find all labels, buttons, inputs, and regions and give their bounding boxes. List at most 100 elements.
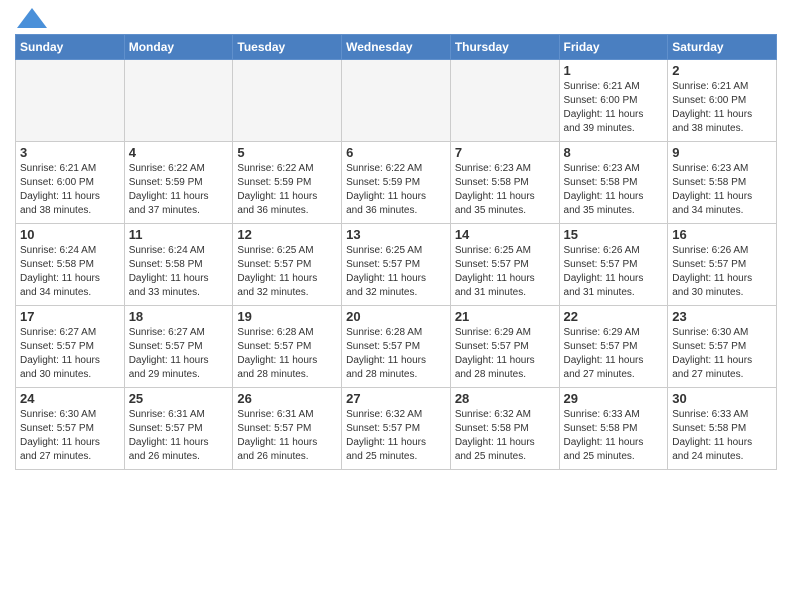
day-info: Sunrise: 6:24 AM Sunset: 5:58 PM Dayligh…	[129, 244, 229, 300]
day-info: Sunrise: 6:26 AM Sunset: 5:57 PM Dayligh…	[564, 244, 664, 300]
calendar-cell: 22Sunrise: 6:29 AM Sunset: 5:57 PM Dayli…	[559, 306, 668, 388]
calendar-cell: 3 Sunrise: 6:21 AM Sunset: 6:00 PM Daylig…	[16, 142, 125, 224]
day-number: 16	[672, 227, 772, 242]
day-number: 27	[346, 391, 446, 406]
day-number: 1	[564, 63, 664, 78]
day-info: Sunrise: 6:28 AM Sunset: 5:57 PM Dayligh…	[346, 326, 446, 382]
day-number: 23	[672, 309, 772, 324]
day-number: 29	[564, 391, 664, 406]
day-info: Sunrise: 6:26 AM Sunset: 5:57 PM Dayligh…	[672, 244, 772, 300]
day-number: 2	[672, 63, 772, 78]
day-info: Sunrise: 6:24 AM Sunset: 5:58 PM Dayligh…	[20, 244, 120, 300]
calendar-cell: 7 Sunrise: 6:23 AM Sunset: 5:58 PM Daylig…	[450, 142, 559, 224]
calendar-week-row: 3 Sunrise: 6:21 AM Sunset: 6:00 PM Daylig…	[16, 142, 777, 224]
day-info: Sunrise: 6:31 AM Sunset: 5:57 PM Dayligh…	[237, 408, 337, 464]
calendar-cell: 23 Sunrise: 6:30 AM Sunset: 5:57 PM Dayli…	[668, 306, 777, 388]
calendar-cell: 19Sunrise: 6:28 AM Sunset: 5:57 PM Dayli…	[233, 306, 342, 388]
calendar-cell: 12Sunrise: 6:25 AM Sunset: 5:57 PM Dayli…	[233, 224, 342, 306]
day-info: Sunrise: 6:29 AM Sunset: 5:57 PM Dayligh…	[455, 326, 555, 382]
day-number: 18	[129, 309, 229, 324]
day-number: 26	[237, 391, 337, 406]
weekday-header: Tuesday	[233, 35, 342, 60]
day-number: 15	[564, 227, 664, 242]
calendar-cell: 1 Sunrise: 6:21 AM Sunset: 6:00 PM Daylig…	[559, 60, 668, 142]
day-number: 25	[129, 391, 229, 406]
day-info: Sunrise: 6:30 AM Sunset: 5:57 PM Dayligh…	[20, 408, 120, 464]
day-number: 21	[455, 309, 555, 324]
day-number: 3	[20, 145, 120, 160]
weekday-header: Sunday	[16, 35, 125, 60]
calendar-cell: 20 Sunrise: 6:28 AM Sunset: 5:57 PM Dayli…	[342, 306, 451, 388]
calendar-cell: 21 Sunrise: 6:29 AM Sunset: 5:57 PM Dayli…	[450, 306, 559, 388]
day-info: Sunrise: 6:33 AM Sunset: 5:58 PM Dayligh…	[564, 408, 664, 464]
day-number: 7	[455, 145, 555, 160]
day-info: Sunrise: 6:23 AM Sunset: 5:58 PM Dayligh…	[672, 162, 772, 218]
calendar-cell: 6 Sunrise: 6:22 AM Sunset: 5:59 PM Daylig…	[342, 142, 451, 224]
logo-icon	[17, 8, 47, 28]
calendar-week-row: 1 Sunrise: 6:21 AM Sunset: 6:00 PM Daylig…	[16, 60, 777, 142]
calendar-cell: 30 Sunrise: 6:33 AM Sunset: 5:58 PM Dayli…	[668, 388, 777, 470]
day-number: 4	[129, 145, 229, 160]
calendar-cell: 16 Sunrise: 6:26 AM Sunset: 5:57 PM Dayli…	[668, 224, 777, 306]
day-number: 5	[237, 145, 337, 160]
calendar-cell: 14 Sunrise: 6:25 AM Sunset: 5:57 PM Dayli…	[450, 224, 559, 306]
day-number: 20	[346, 309, 446, 324]
day-info: Sunrise: 6:25 AM Sunset: 5:57 PM Dayligh…	[237, 244, 337, 300]
day-number: 14	[455, 227, 555, 242]
calendar-cell: 4 Sunrise: 6:22 AM Sunset: 5:59 PM Daylig…	[124, 142, 233, 224]
calendar-cell: 10Sunrise: 6:24 AM Sunset: 5:58 PM Dayli…	[16, 224, 125, 306]
day-info: Sunrise: 6:23 AM Sunset: 5:58 PM Dayligh…	[564, 162, 664, 218]
day-number: 9	[672, 145, 772, 160]
calendar-cell: 24Sunrise: 6:30 AM Sunset: 5:57 PM Dayli…	[16, 388, 125, 470]
calendar-header-row: SundayMondayTuesdayWednesdayThursdayFrid…	[16, 35, 777, 60]
day-info: Sunrise: 6:30 AM Sunset: 5:57 PM Dayligh…	[672, 326, 772, 382]
calendar-cell: 26 Sunrise: 6:31 AM Sunset: 5:57 PM Dayli…	[233, 388, 342, 470]
day-number: 28	[455, 391, 555, 406]
day-info: Sunrise: 6:22 AM Sunset: 5:59 PM Dayligh…	[129, 162, 229, 218]
calendar: SundayMondayTuesdayWednesdayThursdayFrid…	[15, 34, 777, 470]
weekday-header: Friday	[559, 35, 668, 60]
day-number: 8	[564, 145, 664, 160]
day-info: Sunrise: 6:23 AM Sunset: 5:58 PM Dayligh…	[455, 162, 555, 218]
calendar-cell: 29 Sunrise: 6:33 AM Sunset: 5:58 PM Dayli…	[559, 388, 668, 470]
calendar-cell: 25 Sunrise: 6:31 AM Sunset: 5:57 PM Dayli…	[124, 388, 233, 470]
weekday-header: Monday	[124, 35, 233, 60]
calendar-week-row: 24Sunrise: 6:30 AM Sunset: 5:57 PM Dayli…	[16, 388, 777, 470]
page: SundayMondayTuesdayWednesdayThursdayFrid…	[0, 0, 792, 485]
header	[15, 10, 777, 28]
day-info: Sunrise: 6:21 AM Sunset: 6:00 PM Dayligh…	[564, 80, 664, 136]
calendar-cell: 5Sunrise: 6:22 AM Sunset: 5:59 PM Daylig…	[233, 142, 342, 224]
day-info: Sunrise: 6:31 AM Sunset: 5:57 PM Dayligh…	[129, 408, 229, 464]
calendar-cell: 15 Sunrise: 6:26 AM Sunset: 5:57 PM Dayli…	[559, 224, 668, 306]
calendar-cell: 8 Sunrise: 6:23 AM Sunset: 5:58 PM Daylig…	[559, 142, 668, 224]
day-info: Sunrise: 6:22 AM Sunset: 5:59 PM Dayligh…	[346, 162, 446, 218]
day-info: Sunrise: 6:25 AM Sunset: 5:57 PM Dayligh…	[455, 244, 555, 300]
calendar-cell: 13 Sunrise: 6:25 AM Sunset: 5:57 PM Dayli…	[342, 224, 451, 306]
day-info: Sunrise: 6:21 AM Sunset: 6:00 PM Dayligh…	[20, 162, 120, 218]
calendar-cell	[124, 60, 233, 142]
day-info: Sunrise: 6:33 AM Sunset: 5:58 PM Dayligh…	[672, 408, 772, 464]
day-info: Sunrise: 6:32 AM Sunset: 5:58 PM Dayligh…	[455, 408, 555, 464]
logo	[15, 16, 47, 28]
day-info: Sunrise: 6:25 AM Sunset: 5:57 PM Dayligh…	[346, 244, 446, 300]
calendar-cell: 27Sunrise: 6:32 AM Sunset: 5:57 PM Dayli…	[342, 388, 451, 470]
calendar-cell: 11 Sunrise: 6:24 AM Sunset: 5:58 PM Dayli…	[124, 224, 233, 306]
calendar-cell	[450, 60, 559, 142]
calendar-cell: 28 Sunrise: 6:32 AM Sunset: 5:58 PM Dayli…	[450, 388, 559, 470]
calendar-cell: 18 Sunrise: 6:27 AM Sunset: 5:57 PM Dayli…	[124, 306, 233, 388]
weekday-header: Wednesday	[342, 35, 451, 60]
day-number: 11	[129, 227, 229, 242]
day-number: 6	[346, 145, 446, 160]
calendar-cell	[342, 60, 451, 142]
day-number: 13	[346, 227, 446, 242]
calendar-cell: 17Sunrise: 6:27 AM Sunset: 5:57 PM Dayli…	[16, 306, 125, 388]
day-number: 17	[20, 309, 120, 324]
day-number: 19	[237, 309, 337, 324]
day-number: 22	[564, 309, 664, 324]
calendar-week-row: 17 Sunrise: 6:27 AM Sunset: 5:57 PM Dayli…	[16, 306, 777, 388]
calendar-week-row: 10Sunrise: 6:24 AM Sunset: 5:58 PM Dayli…	[16, 224, 777, 306]
calendar-cell	[16, 60, 125, 142]
day-number: 30	[672, 391, 772, 406]
day-info: Sunrise: 6:27 AM Sunset: 5:57 PM Dayligh…	[129, 326, 229, 382]
day-info: Sunrise: 6:21 AM Sunset: 6:00 PM Dayligh…	[672, 80, 772, 136]
